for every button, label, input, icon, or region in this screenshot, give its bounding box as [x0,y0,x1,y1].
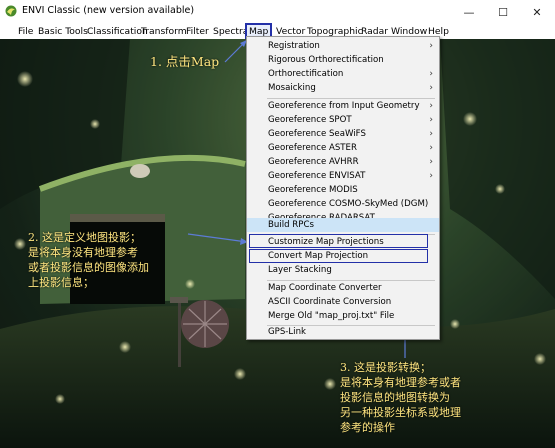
menu-item-georeference-cosmo-skymed[interactable]: Georeference COSMO-SkyMed (DGM) [247,198,439,211]
menu-item-label: Build RPCs [268,220,314,230]
menu-item-georeference-seawifs[interactable]: Georeference SeaWiFS › [247,128,439,141]
menu-item-label: Georeference COSMO-SkyMed (DGM) [268,199,429,209]
annotation-step3: 3. 这是投影转换； 是将本身有地理参考或者 投影信息的地图转换为 另一种投影坐… [340,360,461,435]
menu-item-registration[interactable]: Registration › [247,40,439,53]
menu-item-georeference-input-geometry[interactable]: Georeference from Input Geometry › [247,100,439,113]
menu-item-label: GPS-Link [268,327,306,337]
menu-separator [267,280,435,281]
submenu-arrow-icon: › [429,41,433,51]
annotation-step2-line: 是将本身没有地理参考 [28,246,138,259]
menu-item-ascii-coordinate-conversion[interactable]: ASCII Coordinate Conversion [247,296,439,309]
menu-item-convert-map-projection[interactable]: Convert Map Projection [247,250,439,263]
annotation-step1: 1. 点击Map [150,54,220,69]
submenu-arrow-icon: › [429,129,433,139]
menu-item-orthorectification[interactable]: Orthorectification › [247,68,439,81]
menu-item-label: Orthorectification [268,69,344,79]
annotation-step2: 2. 这是定义地图投影； 是将本身没有地理参考 或者投影信息的图像添加 上投影信… [28,230,149,290]
annotation-step2-line: 2. 这是定义地图投影； [28,231,141,244]
menu-item-georeference-aster[interactable]: Georeference ASTER › [247,142,439,155]
menu-item-customize-map-projections[interactable]: Customize Map Projections [247,236,439,249]
annotation-step3-line: 是将本身有地理参考或者 [340,376,461,389]
submenu-arrow-icon: › [429,69,433,79]
menu-separator [267,234,435,235]
annotation-step3-line: 投影信息的地图转换为 [340,391,450,404]
annotation-step2-line: 上投影信息； [28,276,94,289]
submenu-arrow-icon: › [429,115,433,125]
menu-item-map-coordinate-converter[interactable]: Map Coordinate Converter [247,282,439,295]
menu-item-label: Georeference ENVISAT [268,171,366,181]
submenu-arrow-icon: › [429,83,433,93]
menu-item-label: Merge Old "map_proj.txt" File [268,311,395,321]
menu-item-label: Georeference SeaWiFS [268,129,366,139]
menu-item-merge-old-map-proj[interactable]: Merge Old "map_proj.txt" File [247,310,439,323]
menu-item-label: Layer Stacking [268,265,332,275]
menu-item-georeference-avhrr[interactable]: Georeference AVHRR › [247,156,439,169]
arrow-step2 [187,233,248,243]
annotation-step3-line: 3. 这是投影转换； [340,361,431,374]
submenu-arrow-icon: › [429,157,433,167]
menu-item-label: Customize Map Projections [268,237,384,247]
menu-item-label: Mosaicking [268,83,316,93]
menu-item-build-rpcs[interactable]: Build RPCs [247,218,439,232]
menu-item-mosaicking[interactable]: Mosaicking › [247,82,439,95]
menu-item-gps-link[interactable]: GPS-Link [247,326,439,339]
submenu-arrow-icon: › [429,171,433,181]
menu-item-georeference-modis[interactable]: Georeference MODIS [247,184,439,197]
menu-item-label: Georeference MODIS [268,185,358,195]
menu-item-label: Georeference from Input Geometry [268,101,420,111]
annotation-step2-line: 或者投影信息的图像添加 [28,261,149,274]
menu-item-label: Convert Map Projection [268,251,369,261]
menu-separator [267,98,435,99]
menu-item-label: Georeference ASTER [268,143,357,153]
annotation-step3-line: 参考的操作 [340,421,395,434]
menu-item-georeference-envisat[interactable]: Georeference ENVISAT › [247,170,439,183]
menu-item-label: Registration [268,41,320,51]
menu-item-label: ASCII Coordinate Conversion [268,297,392,307]
menu-item-label: Rigorous Orthorectification [268,55,384,65]
menu-item-label: Georeference AVHRR [268,157,359,167]
menu-item-layer-stacking[interactable]: Layer Stacking [247,264,439,277]
menu-item-georeference-spot[interactable]: Georeference SPOT › [247,114,439,127]
submenu-arrow-icon: › [429,101,433,111]
map-dropdown-menu: Registration › Rigorous Orthorectificatio… [246,36,440,340]
annotation-step3-line: 另一种投影坐标系或地理 [340,406,461,419]
menu-item-label: Map Coordinate Converter [268,283,382,293]
menu-item-label: Georeference SPOT [268,115,352,125]
submenu-arrow-icon: › [429,143,433,153]
menu-item-rigorous-orthorectification[interactable]: Rigorous Orthorectification [247,54,439,67]
